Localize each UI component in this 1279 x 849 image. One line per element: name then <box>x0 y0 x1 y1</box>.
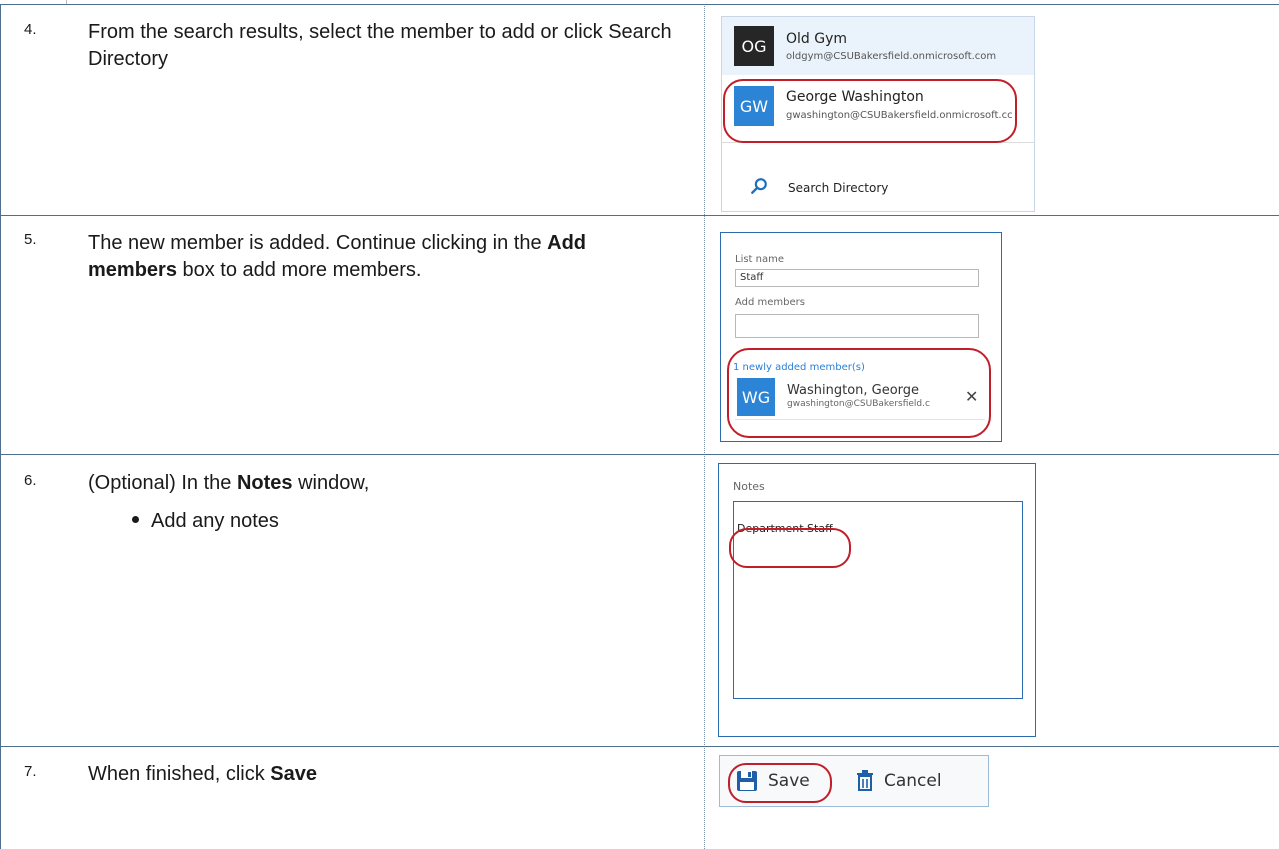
avatar: GW <box>734 86 774 126</box>
member-name: Washington, George <box>787 383 920 398</box>
search-results-panel: OG Old Gym oldgym@CSUBakersfield.onmicro… <box>721 16 1035 212</box>
result-name: Old Gym <box>786 31 848 47</box>
close-icon[interactable]: ✕ <box>965 387 978 406</box>
search-icon <box>751 178 767 194</box>
step-text: (Optional) In the Notes window, <box>88 472 370 494</box>
result-email: gwashington@CSUBakersfield.onmicrosoft.c… <box>786 110 1013 121</box>
table-row-border <box>0 746 1279 747</box>
newly-added-members-link[interactable]: 1 newly added member(s) <box>733 362 865 373</box>
search-result-row[interactable]: OG Old Gym oldgym@CSUBakersfield.onmicro… <box>722 17 1034 75</box>
search-directory-label: Search Directory <box>788 181 889 195</box>
step-number: 7. <box>24 763 37 780</box>
member-email: gwashington@CSUBakersfield.c <box>787 399 930 409</box>
cancel-label: Cancel <box>884 771 942 791</box>
trash-icon <box>857 770 873 791</box>
table-left-border <box>0 4 1 849</box>
result-name: George Washington <box>786 89 924 105</box>
bullet-item: Add any notes <box>132 510 279 533</box>
step-number: 6. <box>24 472 37 489</box>
distribution-list-form: List name Staff Add members 1 newly adde… <box>720 232 1002 442</box>
step-number: 4. <box>24 21 37 38</box>
save-button[interactable]: Save <box>736 756 810 806</box>
notes-value: Department Staff <box>737 522 833 535</box>
table-row-border <box>0 454 1279 455</box>
save-label: Save <box>768 771 810 791</box>
bullet-icon <box>132 516 139 524</box>
step-text: When finished, click Save <box>88 763 318 785</box>
notes-panel: Notes Department Staff <box>718 463 1036 737</box>
step-text: The new member is added. Continue clicki… <box>88 232 587 281</box>
divider <box>722 142 1034 143</box>
result-email: oldgym@CSUBakersfield.onmicrosoft.com <box>786 51 997 62</box>
notes-textarea[interactable]: Department Staff <box>733 501 1023 699</box>
table-row-border <box>0 215 1279 216</box>
cancel-button[interactable]: Cancel <box>856 756 942 806</box>
list-name-label: List name <box>735 254 785 265</box>
added-member-card: WG Washington, George gwashington@CSUBak… <box>735 377 985 420</box>
action-toolbar: Save Cancel <box>719 755 989 807</box>
list-name-input[interactable]: Staff <box>735 269 979 287</box>
step-number: 5. <box>24 231 37 248</box>
step-text: From the search results, select the memb… <box>88 21 672 70</box>
search-directory-button[interactable]: Search Directory <box>722 167 1034 211</box>
add-members-label: Add members <box>735 297 805 308</box>
avatar: OG <box>734 26 774 66</box>
floppy-disk-icon <box>737 771 757 791</box>
add-members-input[interactable] <box>735 314 979 338</box>
table-column-divider <box>704 4 705 849</box>
instruction-table: 4. From the search results, select the m… <box>0 0 1279 849</box>
notes-label: Notes <box>733 480 765 493</box>
table-row-border <box>0 4 1279 5</box>
search-result-row[interactable]: GW George Washington gwashington@CSUBake… <box>722 77 1034 135</box>
avatar: WG <box>737 378 775 416</box>
